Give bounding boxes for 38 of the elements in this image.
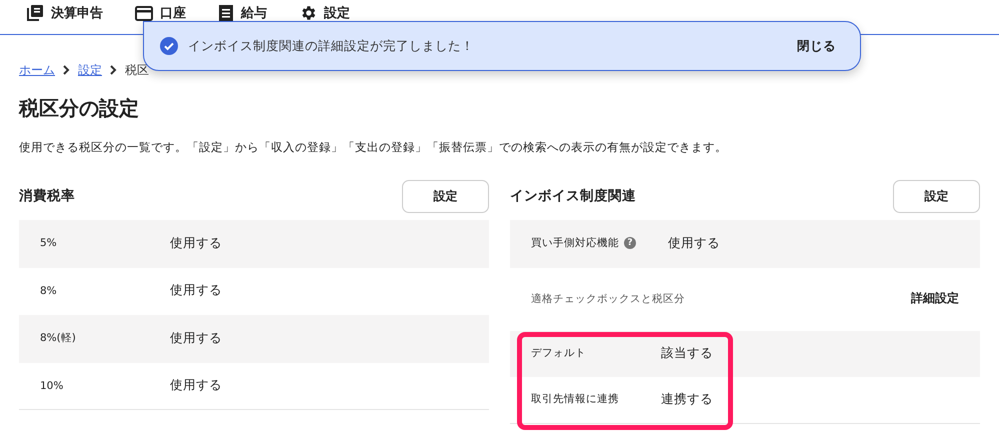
usage-status: 使用する — [170, 282, 222, 300]
usage-status: 使用する — [170, 377, 222, 394]
document-icon — [218, 4, 234, 22]
section-heading: 消費税率 — [19, 187, 75, 205]
breadcrumb-link[interactable]: 設定 — [78, 62, 102, 78]
settings-button[interactable]: 設定 — [893, 180, 980, 212]
setting-value: 連携する — [661, 390, 713, 408]
settings-button[interactable]: 設定 — [402, 180, 489, 212]
nav-tab[interactable]: 設定 — [299, 0, 350, 26]
nav-tab[interactable]: 給与 — [218, 0, 267, 26]
page-description: 使用できる税区分の一覧です。「設定」から「収入の登録」「支出の登録」「振替伝票」での検索への表示の有無が設定できます。 — [19, 140, 728, 155]
setting-value: 該当する — [661, 344, 713, 362]
toast-message: インボイス制度関連の詳細設定が完了しました！ — [188, 38, 475, 54]
nav-tab[interactable]: 口座 — [135, 0, 186, 26]
books-icon — [26, 4, 44, 22]
tax-rate: 8%(軽) — [40, 331, 77, 346]
tax-rate: 5% — [40, 237, 58, 250]
setting-label: 取引先情報に連携 — [531, 392, 620, 406]
nav-tab[interactable]: 決算申告 — [26, 0, 103, 26]
usage-status: 使用する — [170, 234, 222, 252]
chevron-icon — [63, 65, 70, 75]
detail-settings-link[interactable]: 詳細設定 — [911, 290, 959, 307]
breadcrumb-current: 税区 — [125, 62, 149, 78]
help-icon[interactable]: ? — [624, 237, 636, 250]
setting-label: デフォルト — [531, 346, 587, 360]
subsection-label: 適格チェックボックスと税区分 — [531, 292, 685, 306]
page-title: 税区分の設定 — [19, 95, 140, 122]
card-icon — [135, 6, 153, 20]
feature-status: 使用する — [668, 234, 720, 252]
feature-label: 買い手側対応機能 — [531, 236, 619, 250]
check-circle-icon — [160, 37, 178, 55]
tax-rate: 10% — [40, 380, 64, 392]
tax-rate: 8% — [40, 284, 58, 297]
chevron-icon — [110, 65, 117, 75]
breadcrumb-link[interactable]: ホーム — [19, 62, 55, 78]
close-button[interactable]: 閉じる — [793, 34, 840, 58]
section-heading: インボイス制度関連 — [510, 187, 636, 205]
usage-status: 使用する — [170, 330, 222, 347]
